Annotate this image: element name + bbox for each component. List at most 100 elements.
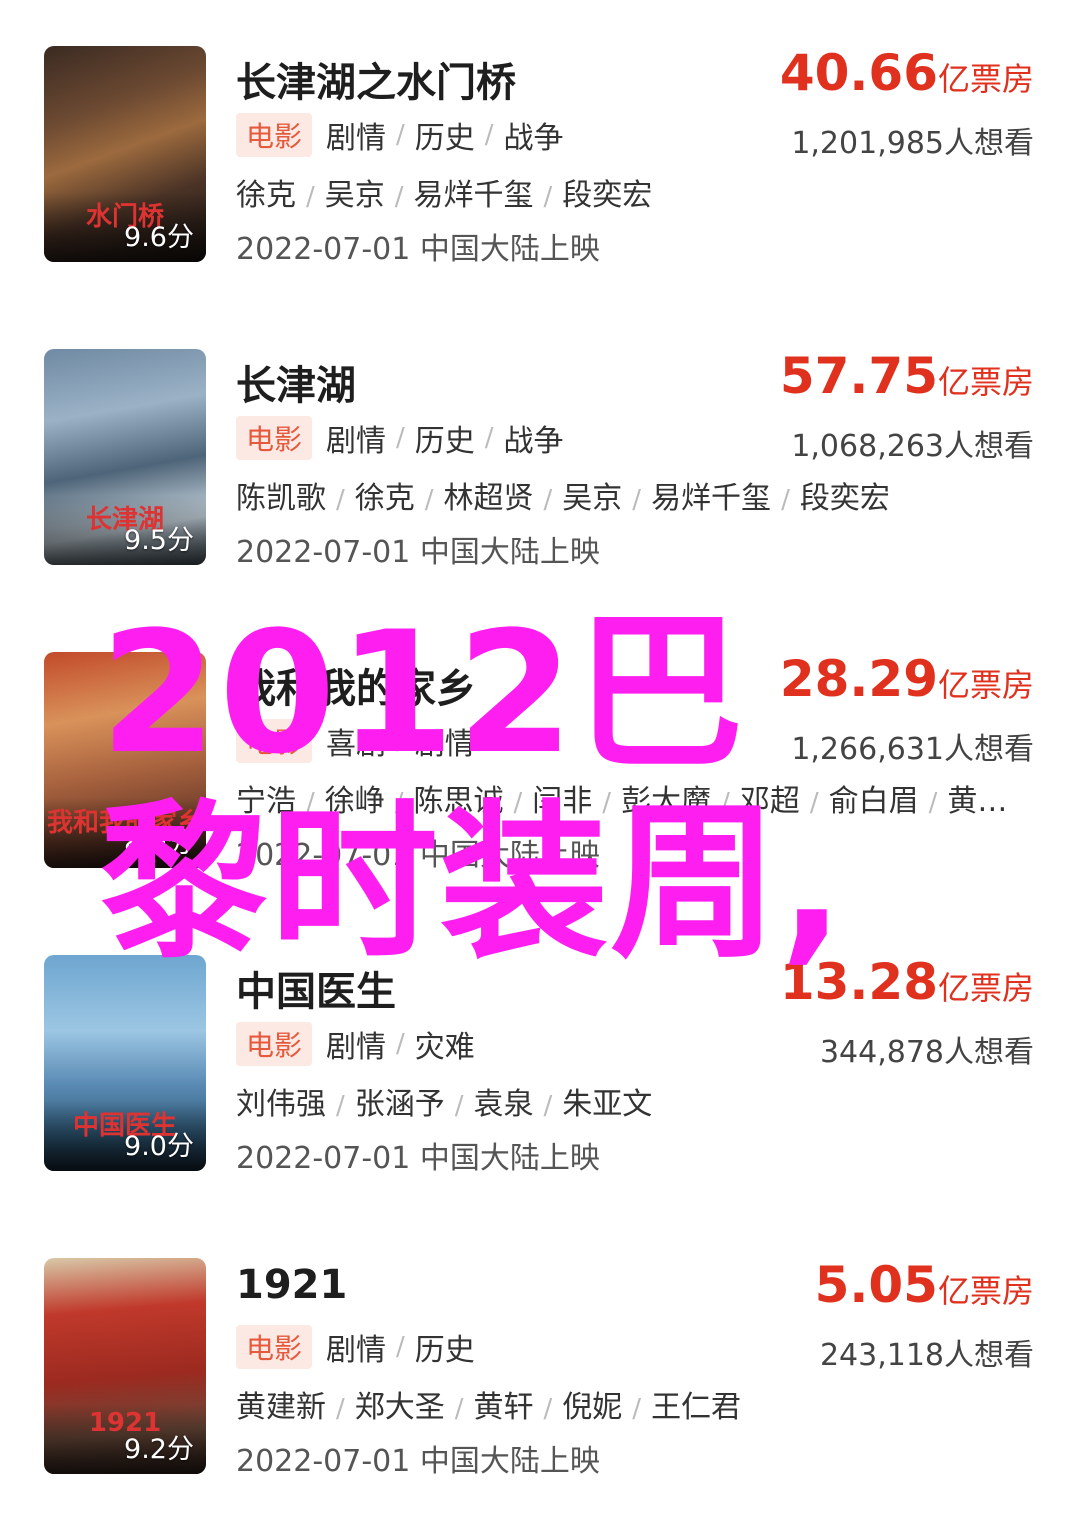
rating-score: 9.6分 bbox=[124, 222, 194, 253]
box-office-unit: 亿票房 bbox=[937, 60, 1034, 98]
genre-tag: 历史 bbox=[414, 424, 475, 459]
genre-tag: 剧情 bbox=[326, 121, 387, 156]
cast-name: 段奕宏 bbox=[799, 481, 890, 516]
separator: / bbox=[809, 788, 819, 818]
genre-row: 电影 剧情 / 历史 / 战争 bbox=[236, 113, 564, 157]
type-badge: 电影 bbox=[236, 416, 313, 460]
cast-name: 王仁君 bbox=[651, 1390, 742, 1425]
type-badge: 电影 bbox=[236, 113, 313, 157]
separator: / bbox=[513, 788, 523, 818]
cast-name: 袁泉 bbox=[473, 1087, 534, 1122]
cast-name: 邓超 bbox=[739, 784, 800, 819]
separator: / bbox=[454, 1091, 464, 1121]
separator: / bbox=[396, 120, 405, 150]
rating-score: 9.2分 bbox=[124, 1434, 194, 1465]
separator: / bbox=[396, 1332, 405, 1362]
genre-row: 电影 剧情 / 历史 bbox=[236, 1325, 475, 1369]
separator: / bbox=[424, 485, 434, 515]
movie-poster[interactable]: 中国医生 9.0分 bbox=[44, 955, 206, 1171]
cast-name: 张涵予 bbox=[354, 1087, 445, 1122]
separator: / bbox=[336, 1394, 345, 1424]
cast-name: 易烊千玺 bbox=[651, 481, 772, 516]
genre-row: 电影 剧情 / 灾难 bbox=[236, 1022, 475, 1066]
genre-tag: 灾难 bbox=[414, 1030, 475, 1065]
separator: / bbox=[721, 788, 730, 818]
movie-title[interactable]: 中国医生 bbox=[236, 959, 396, 1017]
box-office-unit: 亿票房 bbox=[937, 363, 1034, 401]
cast-name: 易烊千玺 bbox=[413, 178, 534, 213]
movie-item[interactable]: 1921 9.2分 1921 电影 剧情 / 历史 黄建新 / 郑大圣 / 黄轩 / 倪妮 / 王仁君 2022… bbox=[0, 1256, 1080, 1506]
type-badge: 电影 bbox=[236, 1325, 313, 1369]
box-office-unit: 亿票房 bbox=[937, 666, 1034, 704]
movie-poster[interactable]: 水门桥 9.6分 bbox=[44, 46, 206, 262]
separator: / bbox=[306, 788, 315, 818]
movie-title[interactable]: 我和我的家乡 bbox=[236, 656, 476, 714]
release-info: 2022-07-01 中国大陆上映 bbox=[236, 838, 600, 873]
movie-title[interactable]: 1921 bbox=[236, 1262, 347, 1308]
movie-item[interactable]: 水门桥 9.6分 长津湖之水门桥 电影 剧情 / 历史 / 战争 徐克 / 吴京 / 易烊千玺 / 段奕宏 20… bbox=[0, 44, 1080, 294]
type-badge: 电影 bbox=[236, 719, 313, 763]
type-badge: 电影 bbox=[236, 1022, 313, 1066]
cast-name: 徐峥 bbox=[324, 784, 385, 819]
movie-item[interactable]: 我和我的家乡 8.9分 我和我的家乡 电影 喜剧 / 剧情 宁浩 / 徐峥 / 陈思诚 / 闫非 / 彭大魔 /… bbox=[0, 650, 1080, 900]
cast-name: 黄… bbox=[947, 784, 1008, 819]
cast-name: 彭大魔 bbox=[621, 784, 712, 819]
cast-name: 黄轩 bbox=[473, 1390, 534, 1425]
genre-tag: 战争 bbox=[503, 424, 564, 459]
box-office-unit: 亿票房 bbox=[937, 969, 1034, 1007]
separator: / bbox=[336, 1091, 345, 1121]
movie-item[interactable]: 长津湖 9.5分 长津湖 电影 剧情 / 历史 / 战争 陈凯歌 / 徐克 / 林超贤 / 吴京 / 易烊千玺 / 段… bbox=[0, 347, 1080, 597]
rating-score: 9.0分 bbox=[124, 1131, 194, 1162]
want-to-see-count: 344,878人想看 bbox=[819, 1035, 1034, 1070]
box-office: 57.75亿票房 bbox=[780, 347, 1034, 405]
cast-name: 朱亚文 bbox=[562, 1087, 653, 1122]
genre-tag: 历史 bbox=[414, 1333, 475, 1368]
separator: / bbox=[306, 182, 315, 212]
genre-tag: 战争 bbox=[503, 121, 564, 156]
want-to-see-count: 1,068,263人想看 bbox=[791, 429, 1034, 464]
movie-item[interactable]: 中国医生 9.0分 中国医生 电影 剧情 / 灾难 刘伟强 / 张涵予 / 袁泉 / 朱亚文 2022-07… bbox=[0, 953, 1080, 1203]
cast-name: 段奕宏 bbox=[562, 178, 653, 213]
want-to-see-count: 1,201,985人想看 bbox=[791, 126, 1034, 161]
cast-name: 刘伟强 bbox=[236, 1087, 326, 1122]
box-office: 28.29亿票房 bbox=[780, 650, 1034, 708]
movie-poster[interactable]: 我和我的家乡 8.9分 bbox=[44, 652, 206, 868]
separator: / bbox=[394, 182, 404, 212]
separator: / bbox=[484, 423, 494, 453]
cast-name: 徐克 bbox=[354, 481, 415, 516]
box-office-amount: 28.29 bbox=[779, 650, 938, 708]
genre-row: 电影 剧情 / 历史 / 战争 bbox=[236, 416, 564, 460]
cast-name: 陈凯歌 bbox=[236, 481, 326, 516]
separator: / bbox=[543, 1091, 553, 1121]
genre-row: 电影 喜剧 / 剧情 bbox=[236, 719, 475, 763]
want-to-see-count: 1,266,631人想看 bbox=[791, 732, 1034, 767]
rating-score: 9.5分 bbox=[124, 525, 194, 556]
cast-row: 宁浩 / 徐峥 / 陈思诚 / 闫非 / 彭大魔 / 邓超 / 俞白眉 / 黄… bbox=[236, 776, 1036, 820]
box-office-amount: 57.75 bbox=[779, 347, 938, 405]
genre-tag: 剧情 bbox=[414, 727, 475, 762]
release-info: 2022-07-01 中国大陆上映 bbox=[236, 535, 600, 570]
rating-score: 8.9分 bbox=[124, 828, 194, 859]
cast-name: 吴京 bbox=[562, 481, 623, 516]
separator: / bbox=[632, 485, 642, 515]
cast-row: 刘伟强 / 张涵予 / 袁泉 / 朱亚文 bbox=[236, 1079, 1036, 1123]
box-office: 13.28亿票房 bbox=[780, 953, 1034, 1011]
separator: / bbox=[781, 485, 790, 515]
cast-name: 俞白眉 bbox=[828, 784, 919, 819]
movie-title[interactable]: 长津湖之水门桥 bbox=[236, 50, 516, 108]
movie-poster[interactable]: 长津湖 9.5分 bbox=[44, 349, 206, 565]
box-office: 5.05亿票房 bbox=[815, 1256, 1034, 1314]
want-to-see-count: 243,118人想看 bbox=[819, 1338, 1034, 1373]
movie-title[interactable]: 长津湖 bbox=[236, 353, 356, 411]
cast-row: 黄建新 / 郑大圣 / 黄轩 / 倪妮 / 王仁君 bbox=[236, 1382, 1036, 1426]
genre-tag: 剧情 bbox=[326, 424, 387, 459]
cast-name: 陈思诚 bbox=[413, 784, 504, 819]
release-info: 2022-07-01 中国大陆上映 bbox=[236, 232, 600, 267]
box-office-amount: 5.05 bbox=[814, 1256, 938, 1314]
cast-name: 郑大圣 bbox=[354, 1390, 445, 1425]
box-office-amount: 13.28 bbox=[779, 953, 938, 1011]
movie-list: 水门桥 9.6分 长津湖之水门桥 电影 剧情 / 历史 / 战争 徐克 / 吴京 / 易烊千玺 / 段奕宏 20… bbox=[0, 0, 1080, 1520]
release-info: 2022-07-01 中国大陆上映 bbox=[236, 1444, 600, 1479]
movie-poster[interactable]: 1921 9.2分 bbox=[44, 1258, 206, 1474]
separator: / bbox=[396, 1029, 405, 1059]
